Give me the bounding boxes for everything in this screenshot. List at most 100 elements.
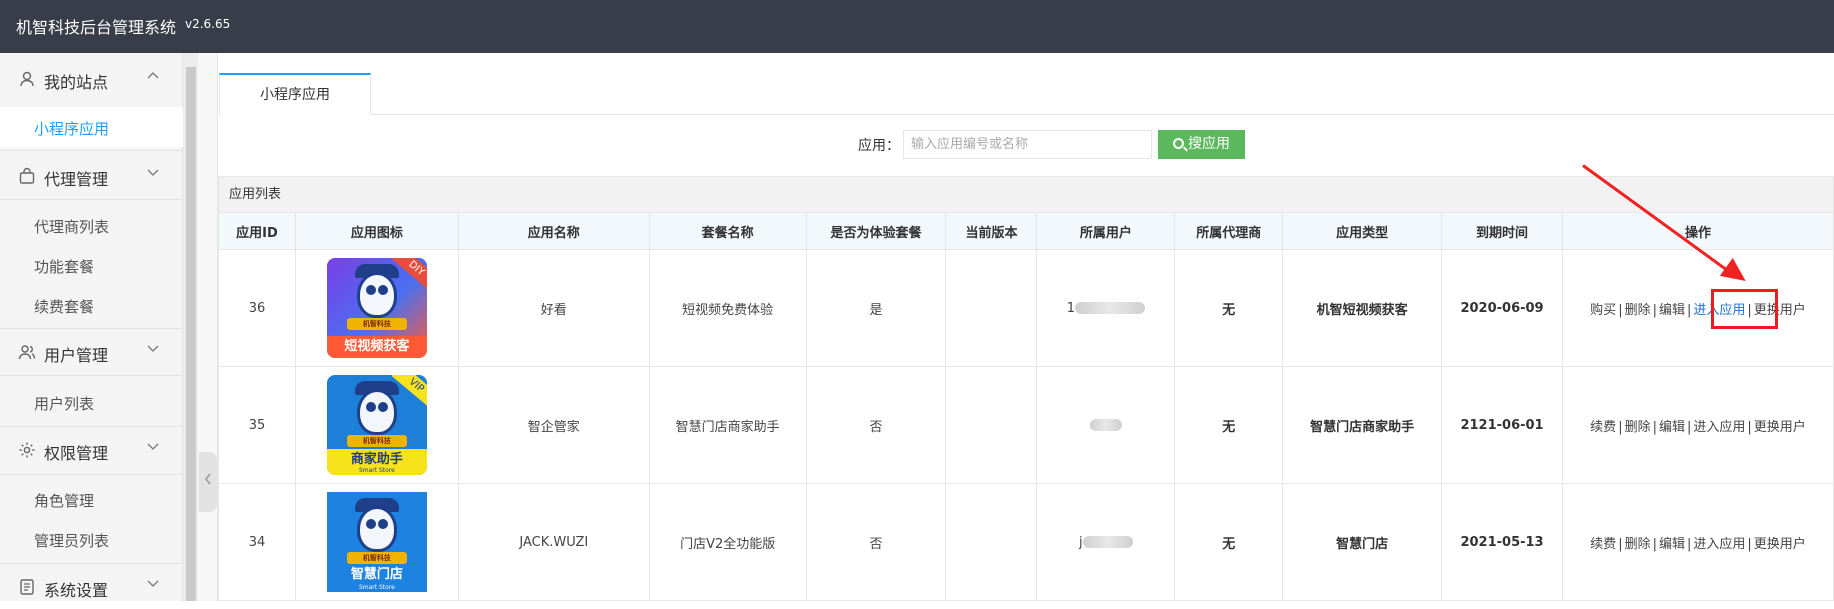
cell-app-icon: VIP 机智科技 商家助手 Smart Store [294, 366, 459, 484]
cell-app-id: 34 [218, 483, 296, 601]
search-label: 应用： [858, 138, 900, 154]
app-search-input[interactable] [903, 130, 1152, 159]
cell-owner-user [1036, 366, 1176, 484]
bag-icon [18, 167, 36, 185]
change-user-link[interactable]: 更换用户 [1754, 537, 1806, 552]
sidebar-item-label: 小程序应用 [34, 120, 110, 138]
action-separator: | [1618, 536, 1623, 552]
app-logo-eyes [364, 518, 390, 529]
cell-app-name: 好看 [457, 249, 650, 367]
document-icon [18, 578, 36, 596]
edit-link[interactable]: 编辑 [1659, 420, 1685, 435]
app-logo-caption: 短视频获客 [326, 336, 427, 358]
sidebar-group-label: 系统设置 [44, 581, 109, 600]
sidebar-item-user-list[interactable]: 用户列表 [0, 382, 183, 422]
sidebar-item-agent-list[interactable]: 代理商列表 [0, 205, 183, 245]
buy-link[interactable]: 购买 [1590, 303, 1616, 318]
owner-user-text: 1 [1066, 300, 1075, 316]
sidebar-item-role-management[interactable]: 角色管理 [0, 479, 183, 519]
sidebar-divider [0, 474, 183, 475]
sidebar-group-label: 用户管理 [44, 346, 109, 365]
app-logo-subtitle: Smart Store [358, 584, 395, 591]
cell-expiry-date: 2021-05-13 [1441, 483, 1563, 601]
annotation-highlight-box [1711, 289, 1778, 329]
cell-app-name: 智企管家 [457, 366, 650, 484]
app-logo-owl [356, 506, 397, 552]
cell-expiry-date: 2020-06-09 [1441, 249, 1563, 367]
enter-app-link[interactable]: 进入应用 [1693, 537, 1745, 552]
sidebar-group-permission-management[interactable]: 权限管理 [0, 428, 183, 472]
cell-actions: 续费 | 删除 | 编辑 | 进入应用 | 更换用户 [1562, 366, 1834, 484]
chevron-down-icon [146, 577, 160, 591]
tab-mini-program-apps[interactable]: 小程序应用 [219, 73, 371, 115]
column-header-is-trial: 是否为体验套餐 [805, 212, 947, 250]
cell-agent: 无 [1174, 483, 1284, 601]
action-separator: | [1652, 302, 1657, 318]
sidebar-group-agent-management[interactable]: 代理管理 [0, 154, 183, 198]
search-icon [1173, 138, 1184, 149]
table-header-row: 应用ID 应用图标 应用名称 套餐名称 是否为体验套餐 当前版本 所属用户 所属… [218, 212, 1834, 250]
app-logo-ribbon: 机智科技 [346, 318, 407, 330]
sidebar-divider [0, 375, 183, 376]
cell-actions: 续费 | 删除 | 编辑 | 进入应用 | 更换用户 [1562, 483, 1834, 601]
sidebar-item-label: 代理商列表 [34, 218, 110, 236]
cell-package-name: 智慧门店商家助手 [648, 366, 807, 484]
sidebar-group-my-sites[interactable]: 我的站点 [0, 57, 183, 101]
action-separator: | [1618, 302, 1623, 318]
chevron-down-icon [146, 440, 160, 454]
enter-app-link[interactable]: 进入应用 [1693, 420, 1745, 435]
sidebar-scrollbar-thumb[interactable] [186, 67, 196, 601]
app-logo-owl [356, 389, 397, 435]
column-header-package-name: 套餐名称 [648, 212, 807, 250]
cell-current-version [945, 483, 1038, 601]
column-header-current-version: 当前版本 [945, 212, 1038, 250]
app-logo-image: VIP 机智科技 商家助手 Smart Store [326, 375, 427, 475]
sidebar-item-feature-packages[interactable]: 功能套餐 [0, 245, 183, 285]
cell-app-id: 36 [218, 249, 296, 367]
chevron-left-icon [203, 472, 213, 490]
app-logo-image: DIY 机智科技 短视频获客 [326, 258, 427, 358]
action-separator: | [1687, 419, 1692, 435]
sidebar-group-label: 权限管理 [44, 444, 109, 463]
change-user-link[interactable]: 更换用户 [1754, 420, 1806, 435]
chevron-down-icon [146, 166, 160, 180]
column-header-app-type: 应用类型 [1282, 212, 1443, 250]
sidebar-item-label: 角色管理 [34, 492, 95, 510]
action-separator: | [1687, 536, 1692, 552]
sidebar-group-label: 我的站点 [44, 73, 109, 92]
sidebar-item-label: 功能套餐 [34, 258, 95, 276]
sidebar-group-user-management[interactable]: 用户管理 [0, 330, 183, 374]
sidebar-item-admin-list[interactable]: 管理员列表 [0, 519, 183, 559]
edit-link[interactable]: 编辑 [1659, 303, 1685, 318]
cell-app-icon: 机智科技 智慧门店 Smart Store [294, 483, 459, 601]
cell-app-icon: DIY 机智科技 短视频获客 [294, 249, 459, 367]
delete-link[interactable]: 删除 [1625, 420, 1651, 435]
app-logo-subtitle: Smart Store [358, 467, 395, 474]
delete-link[interactable]: 删除 [1625, 537, 1651, 552]
cell-actions: 购买 | 删除 | 编辑 | 进入应用 | 更换用户 [1562, 249, 1834, 367]
search-apps-button[interactable]: 搜应用 [1158, 130, 1245, 159]
delete-link[interactable]: 删除 [1625, 303, 1651, 318]
action-separator: | [1747, 419, 1752, 435]
cell-package-name: 短视频免费体验 [648, 249, 807, 367]
sidebar-item-mini-program-apps[interactable]: 小程序应用 [0, 107, 183, 147]
app-title: 机智科技后台管理系统 [16, 18, 177, 37]
sidebar-item-renewal-packages[interactable]: 续费套餐 [0, 285, 183, 325]
sidebar-divider [0, 426, 183, 427]
sidebar-item-label: 管理员列表 [34, 532, 110, 550]
sidebar-collapse-toggle[interactable] [199, 452, 217, 512]
redacted-blur [1082, 536, 1133, 548]
cell-app-type: 机智短视频获客 [1282, 249, 1443, 367]
sidebar-group-system-settings[interactable]: 系统设置 [0, 565, 183, 609]
renew-link[interactable]: 续费 [1590, 537, 1616, 552]
edit-link[interactable]: 编辑 [1659, 537, 1685, 552]
cell-app-type: 智慧门店商家助手 [1282, 366, 1443, 484]
redacted-blur [1075, 302, 1145, 314]
cell-owner-user: 1 [1036, 249, 1176, 367]
action-separator: | [1652, 419, 1657, 435]
app-list-panel-title: 应用列表 [218, 176, 1834, 213]
top-header-bar: 机智科技后台管理系统 v2.6.65 [0, 0, 1834, 53]
renew-link[interactable]: 续费 [1590, 420, 1616, 435]
sidebar-item-label: 用户列表 [34, 395, 95, 413]
action-separator: | [1747, 536, 1752, 552]
